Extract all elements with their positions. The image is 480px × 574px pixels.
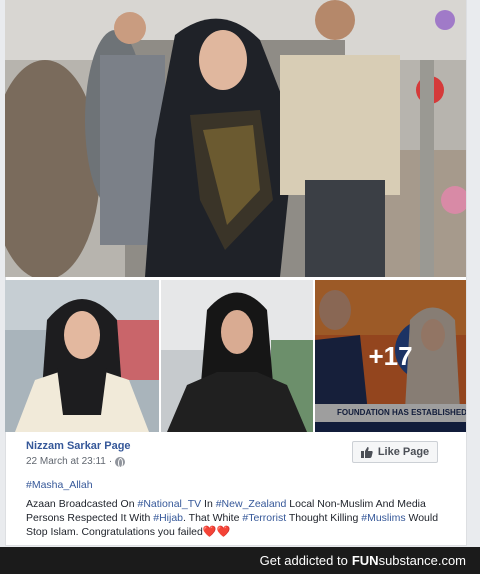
heart-emoji: ❤️❤️ xyxy=(202,526,231,538)
hashtag-muslims[interactable]: #Muslims xyxy=(361,512,405,524)
post-body: #Masha_Allah Azaan Broadcasted On #Natio… xyxy=(26,478,462,539)
globe-icon xyxy=(115,456,126,468)
post-photo-thumb-3[interactable]: FOUNDATION HAS ESTABLISHED NEW FUND FOR … xyxy=(315,280,466,432)
text-segment: . That White xyxy=(183,512,243,524)
post-paragraph: Azaan Broadcasted On #National_TV In #Ne… xyxy=(26,497,462,539)
page-name-link[interactable]: Nizzam Sarkar Page xyxy=(26,440,131,452)
hashtag-terrorist[interactable]: #Terrorist xyxy=(242,512,286,524)
brand-sub: substance xyxy=(378,553,438,568)
like-page-label: Like Page xyxy=(377,446,430,458)
like-page-button[interactable]: Like Page xyxy=(352,441,438,463)
post-timestamp[interactable]: 22 March at 23:11 xyxy=(26,456,106,467)
text-segment: Azaan Broadcasted On xyxy=(26,498,138,510)
hashtag-hijab[interactable]: #Hijab xyxy=(153,512,183,524)
hashtag-new-zealand[interactable]: #New_Zealand xyxy=(216,498,287,510)
watermark-footer: Get addicted to FUNsubstance.com xyxy=(0,547,480,574)
brand-tld: .com xyxy=(437,553,466,568)
more-photos-count[interactable]: +17 xyxy=(315,280,466,432)
post-meta: 22 March at 23:11 · xyxy=(26,456,131,468)
watermark-prefix: Get addicted to xyxy=(259,553,348,568)
text-segment: In xyxy=(201,498,216,510)
thumbs-up-icon xyxy=(360,446,373,458)
hashtag-masha-allah[interactable]: #Masha_Allah xyxy=(26,479,93,491)
post-photo-main[interactable] xyxy=(5,0,466,277)
brand-main: FUN xyxy=(351,553,379,568)
watermark-brand: FUNsubstance.com xyxy=(352,553,466,568)
post-photo-thumb-1[interactable] xyxy=(5,280,159,432)
post-header: Nizzam Sarkar Page 22 March at 23:11 · xyxy=(26,440,131,468)
hashtag-national-tv[interactable]: #National_TV xyxy=(138,498,202,510)
text-segment: Thought Killing xyxy=(286,512,362,524)
meta-separator: · xyxy=(108,456,113,467)
post-photo-thumb-2[interactable] xyxy=(161,280,313,432)
screenshot: FOUNDATION HAS ESTABLISHED NEW FUND FOR … xyxy=(0,0,480,574)
